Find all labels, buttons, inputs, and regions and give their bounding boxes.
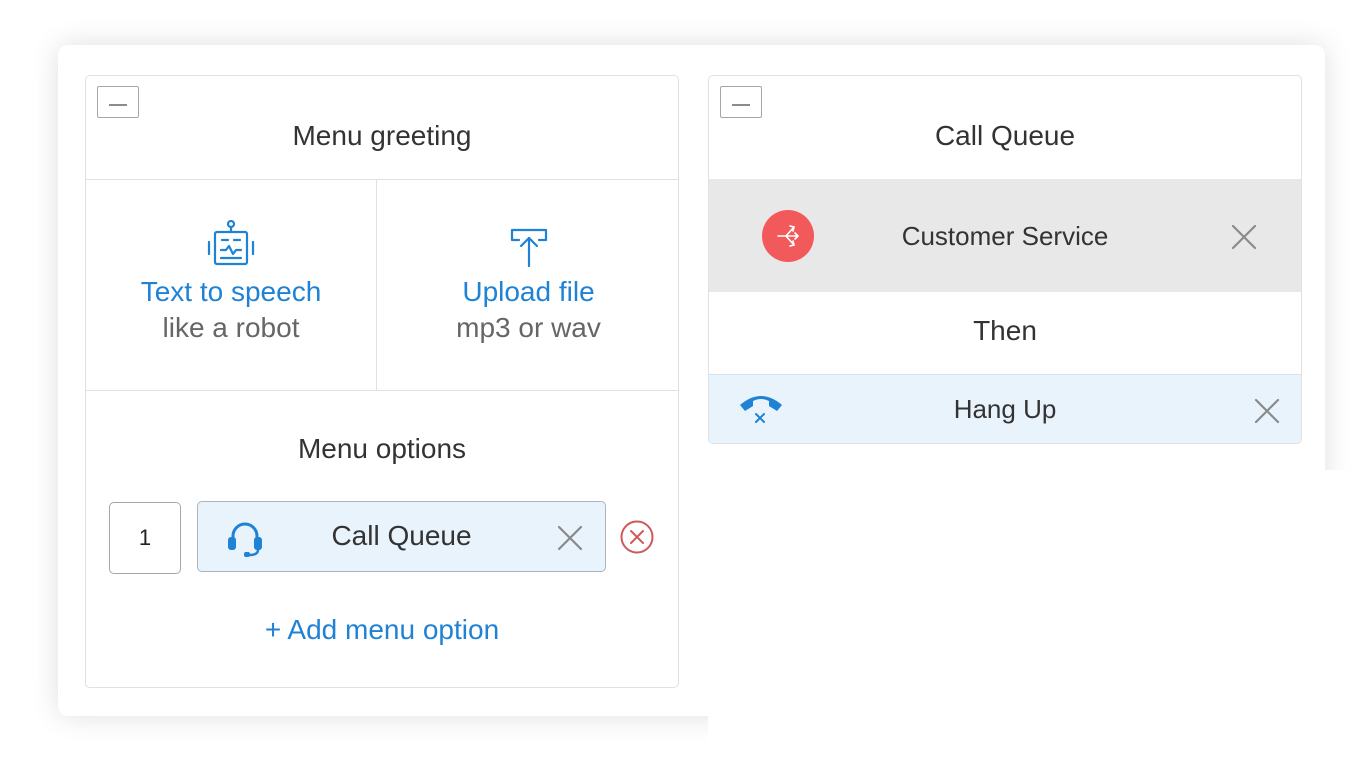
upload-subtitle: mp3 or wav (456, 312, 601, 343)
remove-option-icon[interactable] (619, 519, 655, 555)
queue-row[interactable]: Customer Service (709, 179, 1301, 292)
menu-greeting-title: Menu greeting (292, 120, 472, 151)
minimize-button[interactable] (97, 86, 139, 118)
queue-label: Customer Service (901, 221, 1109, 251)
upload-file-option[interactable]: Upload file mp3 or wav (377, 226, 678, 346)
menu-greeting-card: Menu greeting Text to speech like a robo… (85, 75, 679, 688)
minimize-bar (109, 104, 127, 106)
menu-option-key-input[interactable]: 1 (109, 502, 181, 574)
close-icon[interactable] (1231, 224, 1257, 250)
then-label: Then (973, 315, 1037, 346)
add-menu-option-link[interactable]: + Add menu option (86, 614, 678, 646)
menu-option-action[interactable]: Call Queue (197, 501, 606, 572)
divider (86, 179, 678, 180)
background-area (708, 470, 1348, 760)
divider (86, 390, 678, 391)
text-to-speech-option[interactable]: Text to speech like a robot (86, 220, 376, 346)
tts-subtitle: like a robot (162, 312, 300, 343)
close-icon[interactable] (1254, 398, 1280, 424)
final-action-label: Hang Up (953, 394, 1057, 424)
minimize-bar (732, 104, 750, 106)
minimize-button[interactable] (720, 86, 762, 118)
menu-options-title: Menu options (297, 433, 467, 464)
menu-option-action-label: Call Queue (331, 520, 472, 551)
upload-icon (510, 228, 547, 268)
close-icon[interactable] (557, 525, 583, 551)
robot-icon (207, 220, 255, 266)
call-queue-card: Call Queue Customer Service Then Hang Up (708, 75, 1302, 444)
final-action-row[interactable]: Hang Up (709, 374, 1301, 443)
tts-title: Text to speech (140, 276, 322, 307)
upload-title: Upload file (462, 276, 595, 307)
call-queue-title: Call Queue (934, 120, 1076, 151)
